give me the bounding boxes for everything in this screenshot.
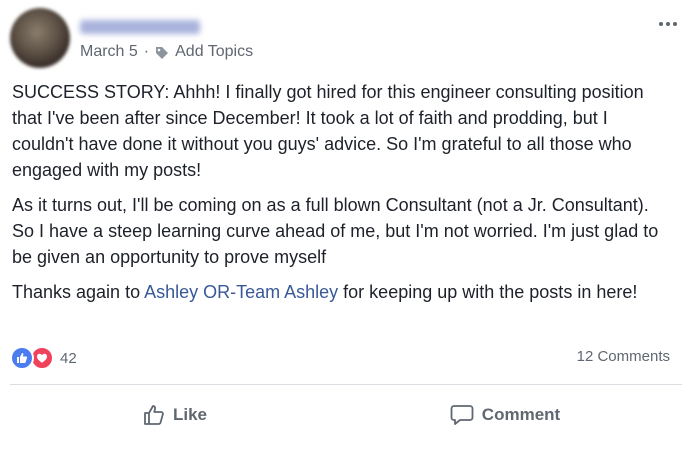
mention-link[interactable]: Ashley OR-Team Ashley bbox=[144, 282, 338, 302]
avatar[interactable] bbox=[10, 8, 70, 68]
comment-bubble-icon bbox=[450, 405, 474, 425]
more-options-button[interactable] bbox=[654, 14, 682, 34]
author-name-blurred[interactable] bbox=[80, 20, 200, 34]
comments-count-link[interactable]: 12 Comments bbox=[577, 348, 670, 365]
divider bbox=[10, 384, 682, 385]
like-reaction-icon bbox=[10, 346, 34, 370]
post-actions: Like Comment bbox=[0, 393, 692, 437]
post-paragraph: SUCCESS STORY: Ahhh! I finally got hired… bbox=[12, 82, 644, 180]
add-topics-link[interactable]: Add Topics bbox=[175, 43, 253, 61]
post-header: March 5 · Add Topics bbox=[10, 8, 682, 68]
reaction-count: 42 bbox=[60, 349, 77, 367]
paragraph-text: Thanks again to bbox=[12, 282, 145, 302]
post-paragraph: Thanks again to Ashley OR-Team Ashley fo… bbox=[12, 279, 662, 305]
thumbs-up-icon bbox=[144, 405, 164, 425]
post-body: SUCCESS STORY: Ahhh! I finally got hired… bbox=[12, 79, 662, 314]
post-meta: March 5 · Add Topics bbox=[80, 43, 253, 61]
more-dot-icon bbox=[659, 22, 663, 26]
comment-button[interactable]: Comment bbox=[430, 393, 580, 437]
reaction-summary[interactable]: 42 bbox=[10, 346, 77, 370]
post-paragraph: As it turns out, I'll be coming on as a … bbox=[12, 195, 659, 267]
feed-post: March 5 · Add Topics SUCCESS STORY: Ahhh… bbox=[0, 0, 692, 452]
like-label: Like bbox=[172, 405, 208, 424]
comment-label: Comment bbox=[481, 405, 561, 424]
more-dot-icon bbox=[666, 22, 670, 26]
post-date[interactable]: March 5 bbox=[80, 43, 138, 61]
meta-separator: · bbox=[143, 43, 150, 60]
paragraph-text: for keeping up with the posts in here! bbox=[338, 282, 638, 302]
tag-icon bbox=[156, 47, 169, 59]
like-button[interactable]: Like bbox=[100, 393, 250, 437]
more-dot-icon bbox=[673, 22, 677, 26]
